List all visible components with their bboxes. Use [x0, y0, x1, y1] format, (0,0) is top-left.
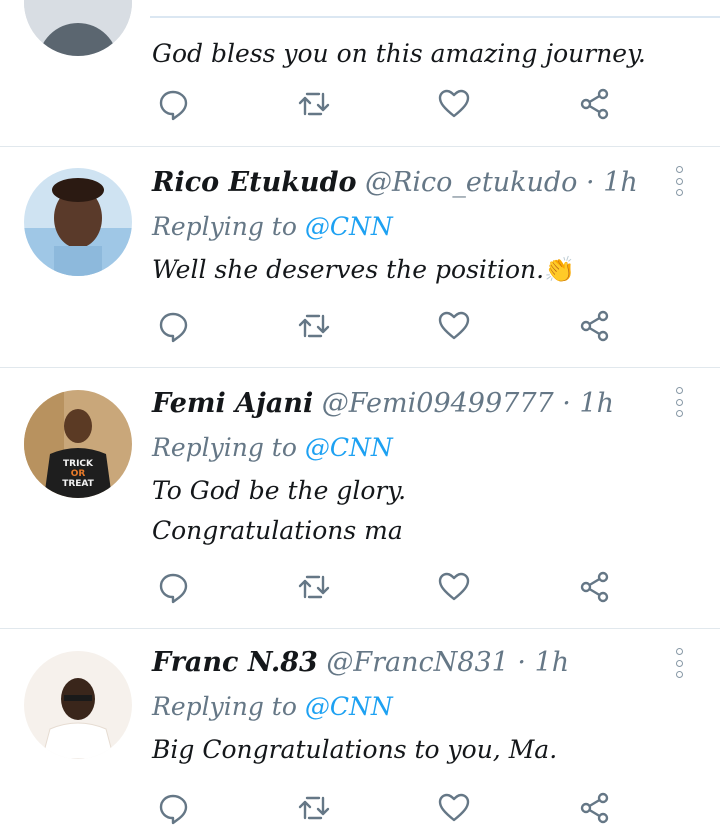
like-icon[interactable] — [436, 790, 472, 826]
retweet-icon[interactable] — [296, 308, 332, 344]
user-handle[interactable]: @Femi09499777 — [322, 388, 554, 419]
retweet-icon[interactable] — [296, 86, 332, 122]
divider-line — [150, 16, 720, 18]
more-options-icon[interactable] — [672, 648, 686, 678]
avatar[interactable] — [24, 651, 132, 759]
retweet-icon[interactable] — [296, 790, 332, 826]
tweet-text: God bless you on this amazing journey. — [152, 39, 646, 68]
share-icon[interactable] — [577, 790, 613, 826]
tweet-text: Well she deserves the position.👏 — [152, 250, 660, 290]
tweet-text: To God be the glory. Congratulations ma — [152, 471, 660, 551]
tweet-text-body: Well she deserves the position. — [152, 255, 545, 284]
user-handle[interactable]: @Rico_etukudo — [365, 167, 577, 198]
share-icon[interactable] — [577, 86, 613, 122]
tweet-2[interactable]: TRICK OR TREAT Femi Ajani @Femi09499777 … — [0, 367, 720, 629]
tweet-actions — [0, 790, 720, 830]
more-options-icon[interactable] — [672, 166, 686, 196]
like-icon[interactable] — [436, 308, 472, 344]
tweet-text-line: Congratulations ma — [152, 516, 403, 545]
reply-icon[interactable] — [155, 86, 191, 122]
replying-to: Replying to @CNN — [152, 210, 660, 244]
svg-text:TREAT: TREAT — [62, 479, 94, 489]
replying-prefix: Replying to — [152, 433, 297, 462]
tweet-0[interactable]: God bless you on this amazing journey. — [0, 0, 720, 147]
tweet-actions — [0, 86, 720, 126]
mention-link[interactable]: @CNN — [305, 212, 393, 241]
mention-link[interactable]: @CNN — [305, 692, 393, 721]
replying-to: Replying to @CNN — [152, 431, 660, 465]
retweet-icon[interactable] — [296, 569, 332, 605]
mention-link[interactable]: @CNN — [305, 433, 393, 462]
avatar[interactable] — [24, 168, 132, 276]
like-icon[interactable] — [436, 86, 472, 122]
separator-dot: · — [586, 167, 595, 198]
share-icon[interactable] — [577, 308, 613, 344]
svg-text:OR: OR — [71, 469, 86, 479]
separator-dot: · — [562, 388, 571, 419]
tweet-3[interactable]: Franc N.83 @FrancN831 · 1h Replying to @… — [0, 628, 720, 825]
replying-prefix: Replying to — [152, 212, 297, 241]
share-icon[interactable] — [577, 569, 613, 605]
avatar[interactable] — [24, 0, 132, 56]
tweet-actions — [0, 569, 720, 609]
display-name[interactable]: Franc N.83 — [152, 647, 318, 678]
like-icon[interactable] — [436, 569, 472, 605]
reply-icon[interactable] — [155, 569, 191, 605]
replying-to: Replying to @CNN — [152, 690, 660, 724]
tweet-text: Big Congratulations to you, Ma. — [152, 735, 558, 764]
display-name[interactable]: Femi Ajani — [152, 388, 313, 419]
tweet-1[interactable]: Rico Etukudo @Rico_etukudo · 1h Replying… — [0, 146, 720, 368]
more-options-icon[interactable] — [672, 387, 686, 417]
replying-prefix: Replying to — [152, 692, 297, 721]
reply-icon[interactable] — [155, 308, 191, 344]
timestamp[interactable]: 1h — [603, 167, 638, 198]
display-name[interactable]: Rico Etukudo — [152, 167, 356, 198]
timestamp[interactable]: 1h — [579, 388, 614, 419]
separator-dot: · — [517, 647, 527, 678]
clapping-hands-emoji: 👏 — [544, 255, 576, 284]
reply-icon[interactable] — [155, 790, 191, 826]
user-handle[interactable]: @FrancN831 — [326, 647, 508, 678]
tweet-actions — [0, 308, 720, 348]
avatar[interactable]: TRICK OR TREAT — [24, 390, 132, 498]
svg-text:TRICK: TRICK — [63, 459, 94, 469]
tweet-text-line: To God be the glory. — [152, 476, 407, 505]
timestamp[interactable]: 1h — [535, 647, 570, 678]
